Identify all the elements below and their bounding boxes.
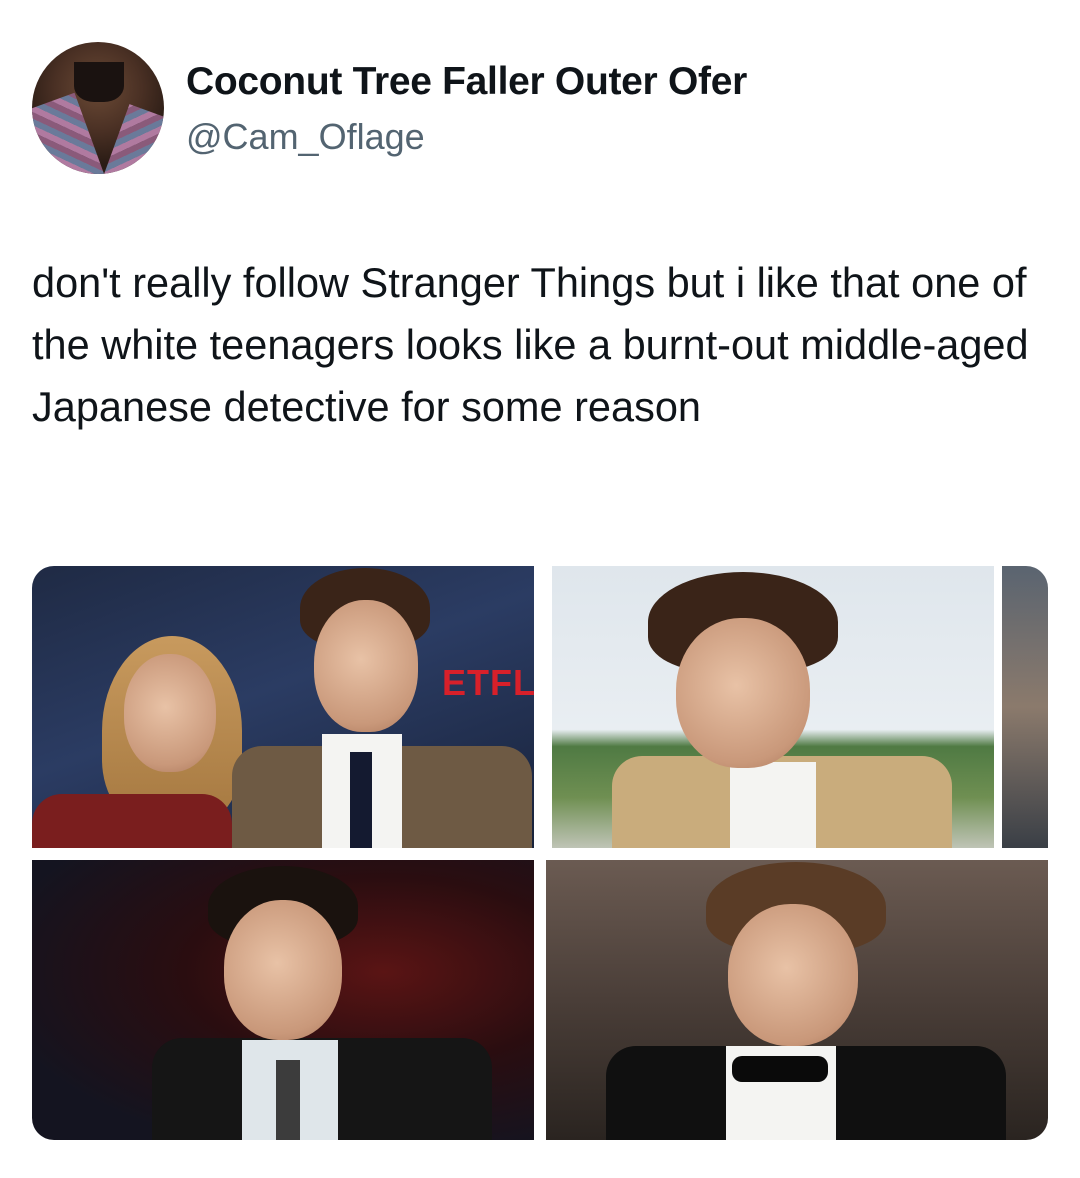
person-shirt [730,762,816,848]
profile-avatar[interactable] [32,42,164,174]
person-tie [350,752,372,848]
media-photo[interactable] [552,566,994,848]
person-tie [276,1060,300,1140]
media-photo[interactable] [32,860,534,1140]
person-dress [32,794,232,848]
display-name[interactable]: Coconut Tree Faller Outer Ofer [186,60,747,104]
person-face [728,904,858,1046]
avatar-shirt [32,92,106,174]
netflix-sign: ETFLIX [442,662,534,703]
person-face [224,900,342,1040]
person-face [314,600,418,732]
media-grid[interactable]: ETFLIX [32,566,1048,1140]
avatar-shirt [102,104,164,174]
tweet-text: don't really follow Stranger Things but … [32,259,1029,430]
avatar-beard [74,62,124,102]
person-face [676,618,810,768]
media-photo-edge [1002,566,1048,848]
media-photo[interactable] [546,860,1048,1140]
person-bowtie [732,1056,828,1082]
media-photo[interactable]: ETFLIX [32,566,534,848]
user-handle[interactable]: @Cam_Oflage [186,116,425,158]
person-face [124,654,216,772]
